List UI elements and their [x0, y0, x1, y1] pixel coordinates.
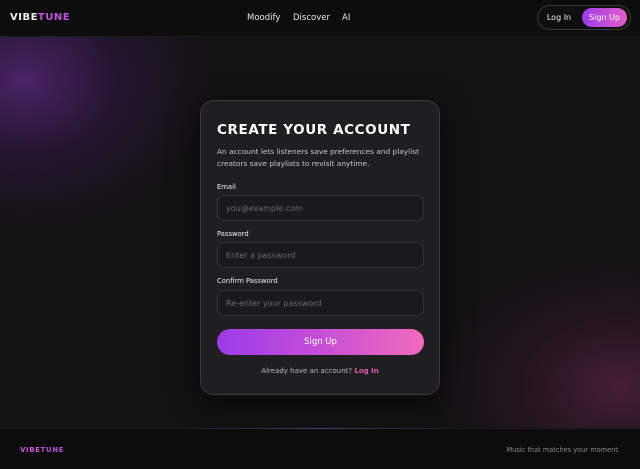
form-title: CREATE YOUR ACCOUNT [217, 122, 411, 138]
footer-tagline: Music that matches your moment. [506, 446, 620, 454]
confirm-password-field[interactable] [217, 290, 424, 316]
nav-link-discover[interactable]: Discover [293, 11, 330, 25]
footer-logo-text-tune: TUNE [40, 446, 65, 454]
footer-logo[interactable]: VIBETUNE [20, 445, 64, 455]
logo-text-vibe: VIBE [10, 12, 38, 23]
page: VIBETUNE Moodify Discover AI Log In Sign… [0, 0, 640, 469]
signup-submit-button[interactable]: Sign Up [217, 329, 424, 355]
signup-card: CREATE YOUR ACCOUNT An account lets list… [200, 100, 440, 395]
password-field[interactable] [217, 242, 424, 268]
logo-text-tune: TUNE [37, 12, 71, 23]
password-label: Password [217, 230, 249, 238]
brand-logo[interactable]: VIBETUNE [10, 11, 70, 25]
login-prompt-text: Already have an account? [261, 367, 353, 375]
email-label: Email [217, 183, 236, 191]
footer: VIBETUNE Music that matches your moment. [0, 428, 640, 469]
header-login-button[interactable]: Log In [541, 8, 577, 27]
form-description: An account lets listeners save preferenc… [217, 147, 420, 168]
footer-divider-glow [180, 428, 460, 429]
nav-link-moodify[interactable]: Moodify [247, 11, 280, 25]
confirm-password-label: Confirm Password [217, 277, 278, 285]
header-signup-button[interactable]: Sign Up [582, 8, 627, 27]
email-field[interactable] [217, 195, 424, 221]
login-link[interactable]: Log In [354, 367, 378, 375]
login-prompt: Already have an account? Log In [201, 366, 439, 376]
nav-link-ai[interactable]: AI [342, 11, 350, 25]
footer-logo-text-vibe: VIBE [20, 446, 41, 454]
top-nav-bar: VIBETUNE Moodify Discover AI Log In Sign… [0, 0, 640, 37]
